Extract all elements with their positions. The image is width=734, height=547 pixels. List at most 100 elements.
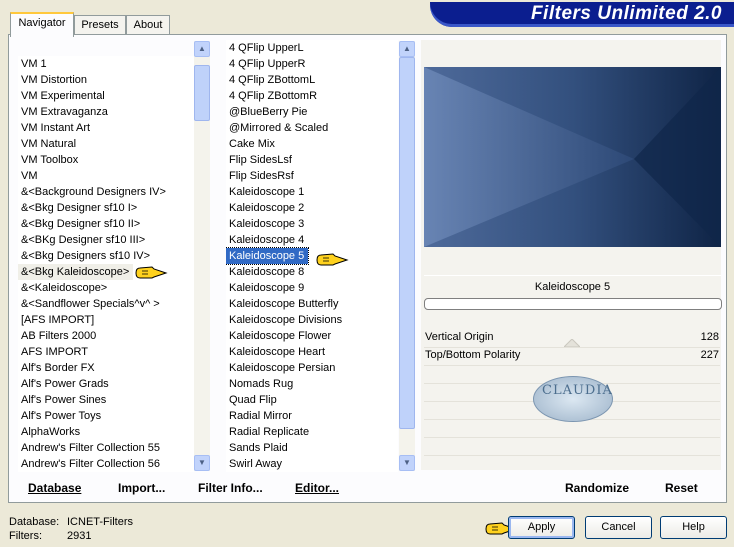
list-item[interactable]: VM Toolbox — [18, 152, 194, 168]
list-item[interactable]: VM 1 — [18, 56, 194, 72]
scroll-down-icon[interactable]: ▼ — [194, 455, 210, 471]
list-item[interactable]: Kaleidoscope 1 — [226, 184, 398, 200]
category-scrollbar[interactable]: ▲ ▼ — [194, 41, 210, 471]
tab-navigator[interactable]: Navigator — [10, 12, 74, 37]
list-item[interactable]: Quad Flip — [226, 392, 398, 408]
list-item[interactable]: &<BKg Designer sf10 III> — [18, 232, 194, 248]
list-item[interactable]: Alf's Power Toys — [18, 408, 194, 424]
list-item[interactable]: Kaleidoscope Persian — [226, 360, 398, 376]
list-item-label: Kaleidoscope Heart — [229, 346, 326, 358]
list-item-label: Radial Replicate — [229, 426, 310, 438]
list-item[interactable]: Alf's Power Grads — [18, 376, 194, 392]
list-item[interactable]: 4 QFlip ZBottomL — [226, 72, 398, 88]
list-item[interactable]: Radial Replicate — [226, 424, 398, 440]
list-item[interactable]: Kaleidoscope 8 — [226, 264, 398, 280]
category-list[interactable]: VM 1 VM Distortion VM Experimental VM Extra… — [18, 56, 194, 472]
list-item[interactable]: Kaleidoscope 2 — [226, 200, 398, 216]
list-item[interactable]: Cake Mix — [226, 136, 398, 152]
scroll-up-icon[interactable]: ▲ — [399, 41, 415, 57]
list-item[interactable]: Flip SidesLsf — [226, 152, 398, 168]
pointing-hand-icon — [316, 253, 349, 266]
list-item[interactable]: &<Bkg Designer sf10 II> — [18, 216, 194, 232]
list-item[interactable]: AB Filters 2000 — [18, 328, 194, 344]
param-row-polarity[interactable]: Top/Bottom Polarity 227 — [424, 348, 720, 366]
list-item[interactable]: VM Natural — [18, 136, 194, 152]
list-item[interactable]: VM Instant Art — [18, 120, 194, 136]
list-item[interactable]: &<Bkg Designers sf10 IV> — [18, 248, 194, 264]
list-item-label: Andrew's Filter Collection 56 — [21, 458, 161, 470]
list-item-label: Flip SidesLsf — [229, 154, 292, 166]
list-item-label: Cake Mix — [229, 138, 275, 150]
list-item[interactable]: 4 QFlip ZBottomR — [226, 88, 398, 104]
list-item[interactable]: AlphaWorks — [18, 424, 194, 440]
list-item[interactable]: Kaleidoscope 4 — [226, 232, 398, 248]
import-button[interactable]: Import... — [118, 481, 165, 495]
cancel-button[interactable]: Cancel — [585, 516, 652, 539]
list-item[interactable]: Radial Mirror — [226, 408, 398, 424]
list-item-label: Alf's Power Toys — [21, 410, 102, 422]
preview-image — [424, 67, 721, 247]
list-item[interactable]: AFS IMPORT — [18, 344, 194, 360]
list-item[interactable]: @BlueBerry Pie — [226, 104, 398, 120]
list-item[interactable]: VM Experimental — [18, 88, 194, 104]
help-button[interactable]: Help — [660, 516, 727, 539]
editor-button[interactable]: Editor... — [295, 481, 339, 495]
filter-scrollbar[interactable]: ▲ ▼ — [399, 41, 415, 471]
apply-button[interactable]: Apply — [508, 516, 575, 539]
list-item[interactable]: Alf's Border FX — [18, 360, 194, 376]
list-item-label: Kaleidoscope 8 — [229, 266, 305, 278]
window-title: Filters Unlimited 2.0 — [530, 3, 722, 24]
list-item[interactable]: Kaleidoscope Flower — [226, 328, 398, 344]
list-item-label: &<Sandflower Specials^v^ > — [21, 298, 160, 310]
list-item[interactable]: &<Bkg Designer sf10 I> — [18, 200, 194, 216]
filter-info-button[interactable]: Filter Info... — [198, 481, 263, 495]
list-item[interactable]: Kaleidoscope 3 — [226, 216, 398, 232]
list-item[interactable]: 4 QFlip UpperL — [226, 40, 398, 56]
list-item-label: VM — [21, 170, 38, 182]
scroll-up-icon[interactable]: ▲ — [194, 41, 210, 57]
list-item-label: Sands Plaid — [229, 442, 288, 454]
scroll-thumb[interactable] — [194, 65, 210, 121]
filter-list[interactable]: 4 QFlip UpperL 4 QFlip UpperR 4 QFlip ZBot… — [226, 40, 398, 472]
list-item[interactable]: VM — [18, 168, 194, 184]
list-item[interactable]: Flip SidesRsf — [226, 168, 398, 184]
scroll-down-icon[interactable]: ▼ — [399, 455, 415, 471]
list-item-label: VM Distortion — [21, 74, 88, 86]
list-item[interactable]: Alf's Power Sines — [18, 392, 194, 408]
list-item[interactable]: Swirl Away — [226, 456, 398, 472]
list-item[interactable]: 4 QFlip UpperR — [226, 56, 398, 72]
list-item[interactable]: Kaleidoscope Butterfly — [226, 296, 398, 312]
list-item[interactable]: @Mirrored & Scaled — [226, 120, 398, 136]
list-item-label: Kaleidoscope 2 — [229, 202, 305, 214]
list-item[interactable]: &<Kaleidoscope> — [18, 280, 194, 296]
list-item-label: Andrew's Filter Collection 55 — [21, 442, 161, 454]
database-status-value: ICNET-Filters — [67, 516, 133, 528]
empty-param-row — [424, 438, 720, 456]
list-item[interactable]: Andrew's Filter Collection 56 — [18, 456, 194, 472]
reset-button[interactable]: Reset — [665, 481, 698, 495]
list-item[interactable]: &<Background Designers IV> — [18, 184, 194, 200]
list-item[interactable]: VM Distortion — [18, 72, 194, 88]
randomize-button[interactable]: Randomize — [565, 481, 629, 495]
list-item[interactable]: Kaleidoscope 5 — [226, 247, 398, 265]
list-item-label: Alf's Power Grads — [21, 378, 109, 390]
list-item[interactable]: Nomads Rug — [226, 376, 398, 392]
list-item[interactable]: [AFS IMPORT] — [18, 312, 194, 328]
param-row-vertical-origin[interactable]: Vertical Origin 128 — [424, 330, 720, 348]
slider-thumb[interactable] — [562, 338, 582, 348]
list-item[interactable]: Andrew's Filter Collection 55 — [18, 440, 194, 456]
list-item[interactable]: &<Sandflower Specials^v^ > — [18, 296, 194, 312]
list-item[interactable]: Kaleidoscope Divisions — [226, 312, 398, 328]
list-item[interactable]: VM Extravaganza — [18, 104, 194, 120]
tab-presets[interactable]: Presets — [74, 15, 126, 35]
tab-about[interactable]: About — [126, 15, 170, 35]
list-item[interactable]: Sands Plaid — [226, 440, 398, 456]
list-item-label: Swirl Away — [229, 458, 282, 470]
filters-status-value: 2931 — [67, 530, 92, 542]
list-item-label: VM Toolbox — [21, 154, 79, 166]
list-item[interactable]: Kaleidoscope 9 — [226, 280, 398, 296]
list-item[interactable]: Kaleidoscope Heart — [226, 344, 398, 360]
scroll-thumb[interactable] — [399, 57, 415, 429]
tab-navigator-label: Navigator — [18, 17, 66, 29]
database-button[interactable]: Database — [28, 481, 81, 495]
